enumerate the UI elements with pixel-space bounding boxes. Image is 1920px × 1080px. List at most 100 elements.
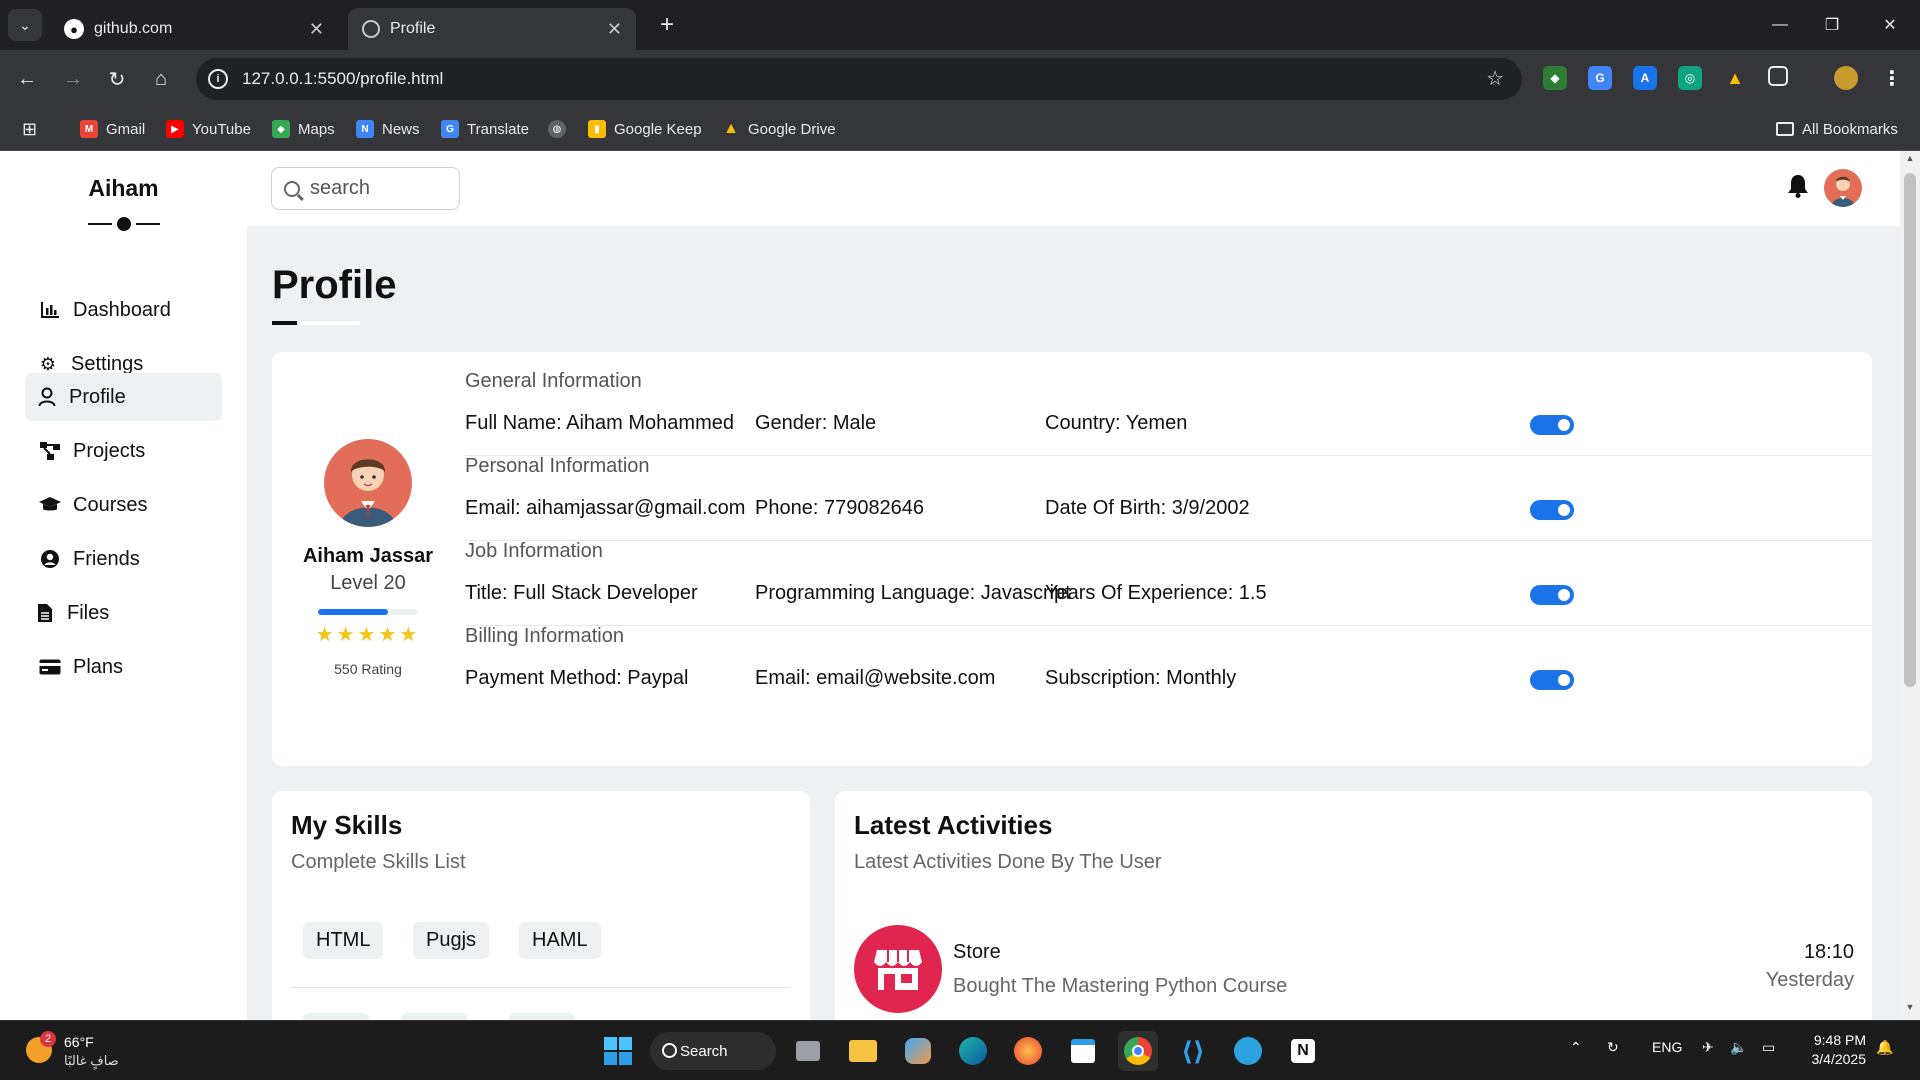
forward-button[interactable]: →	[58, 64, 88, 94]
bookmark-google-keep[interactable]: ▮ Google Keep	[588, 118, 702, 140]
sidebar-item-dashboard[interactable]: Dashboard	[25, 286, 222, 334]
bell-icon[interactable]	[1787, 174, 1809, 205]
translate-extension-icon[interactable]: A	[1633, 66, 1657, 90]
user-icon	[37, 387, 57, 407]
bookmark-star-icon[interactable]: ☆	[1486, 66, 1504, 91]
visibility-toggle[interactable]	[1530, 670, 1574, 690]
telegram-icon[interactable]	[1228, 1031, 1268, 1071]
chatgpt-extension-icon[interactable]: ◎	[1678, 66, 1702, 90]
latest-activities-card: Latest Activities Latest Activities Done…	[835, 791, 1872, 1020]
folder-icon	[1776, 122, 1794, 136]
all-bookmarks[interactable]: All Bookmarks	[1776, 118, 1898, 140]
visibility-toggle[interactable]	[1530, 500, 1574, 520]
more-menu-icon[interactable]: ⋮	[1880, 66, 1904, 90]
chart-icon	[37, 301, 63, 319]
home-button[interactable]: ⌂	[146, 64, 176, 94]
bookmark-globe[interactable]: ◍	[548, 118, 574, 140]
search-icon	[284, 180, 300, 197]
scrollbar-thumb[interactable]	[1904, 173, 1916, 687]
sidebar-item-profile[interactable]: Profile	[25, 373, 222, 421]
sidebar-item-label: Projects	[73, 439, 146, 462]
close-tab-icon[interactable]: ✕	[607, 19, 622, 40]
firefox-icon[interactable]	[1008, 1031, 1048, 1071]
skill-chip	[303, 1013, 369, 1020]
edge-icon[interactable]	[953, 1031, 993, 1071]
store-icon	[854, 925, 942, 1013]
tab-github[interactable]: ● github.com ✕	[50, 8, 338, 50]
address-bar[interactable]: i 127.0.0.1:5500/profile.html ☆	[196, 58, 1522, 100]
visibility-toggle[interactable]	[1530, 585, 1574, 605]
close-tab-icon[interactable]: ✕	[309, 19, 324, 40]
microsoft-store-icon[interactable]	[1063, 1031, 1103, 1071]
reload-button[interactable]: ↻	[102, 64, 132, 94]
copilot-icon[interactable]	[898, 1031, 938, 1071]
tab-title: github.com	[94, 20, 173, 37]
bookmark-maps[interactable]: ◆ Maps	[272, 118, 335, 140]
bookmark-google-drive[interactable]: ▲ Google Drive	[722, 118, 835, 140]
close-window-button[interactable]: ✕	[1870, 10, 1910, 40]
back-button[interactable]: ←	[12, 64, 42, 94]
weather-widget[interactable]: 2 66°F صافٍ غالبًا	[22, 1031, 182, 1071]
scroll-down-arrow-icon[interactable]: ▼	[1900, 1002, 1920, 1018]
sidebar-item-files[interactable]: Files	[25, 589, 222, 637]
bookmark-news[interactable]: N News	[356, 118, 420, 140]
search-input[interactable]: search	[271, 167, 460, 210]
new-tab-button[interactable]: +	[652, 10, 682, 40]
skills-card: My Skills Complete Skills List HTML Pugj…	[272, 791, 810, 1020]
visibility-toggle[interactable]	[1530, 415, 1574, 435]
user-avatar[interactable]	[1824, 169, 1862, 207]
sidebar-item-friends[interactable]: Friends	[25, 535, 222, 583]
sidebar-item-plans[interactable]: Plans	[25, 643, 222, 691]
weather-condition: صافٍ غالبًا	[64, 1053, 119, 1068]
bookmark-gmail[interactable]: M Gmail	[80, 118, 145, 140]
drive-extension-icon[interactable]: ▲	[1723, 66, 1747, 90]
drive-icon: ▲	[723, 120, 739, 137]
title-underline	[272, 321, 360, 325]
file-explorer-icon[interactable]	[843, 1031, 883, 1071]
clock[interactable]: 9:48 PM 3/4/2025	[1776, 1031, 1867, 1069]
task-view-icon[interactable]	[788, 1031, 828, 1071]
translate-extension-icon[interactable]: G	[1588, 66, 1612, 90]
sidebar-item-projects[interactable]: Projects	[25, 427, 222, 475]
show-hidden-icons-icon[interactable]: ⌃	[1570, 1039, 1582, 1056]
chrome-icon[interactable]	[1118, 1031, 1158, 1071]
volume-icon[interactable]: 🔈	[1730, 1039, 1747, 1056]
page-header: search	[247, 151, 1900, 226]
browser-tab-bar: ⌄ ● github.com ✕ Profile ✕ + — ❐ ✕	[0, 0, 1920, 50]
sidebar-item-label: Files	[67, 601, 110, 624]
sidebar-item-courses[interactable]: Courses	[25, 481, 222, 529]
restore-button[interactable]: ❐	[1812, 10, 1852, 40]
info-value: Years Of Experience: 1.5	[1045, 582, 1267, 604]
section-heading: General Information	[465, 370, 642, 392]
info-value: Email: email@website.com	[755, 667, 996, 689]
taskbar-search[interactable]: Search	[650, 1032, 776, 1070]
sidebar-item-label: Friends	[73, 547, 140, 570]
bookmark-translate[interactable]: G Translate	[441, 118, 529, 140]
notion-icon[interactable]: N	[1283, 1031, 1323, 1071]
tab-search-button[interactable]: ⌄	[8, 9, 42, 41]
sync-icon[interactable]: ↻	[1607, 1039, 1619, 1056]
profile-name: Aiham Jassar	[302, 545, 434, 567]
profile-avatar-icon[interactable]	[1834, 66, 1858, 90]
skill-chip: HTML	[303, 922, 384, 959]
activity-time: 18:10	[1803, 941, 1854, 963]
airplane-mode-icon[interactable]: ✈	[1702, 1039, 1714, 1056]
diagram-icon	[37, 441, 63, 461]
page-scrollbar[interactable]: ▲ ▼	[1900, 151, 1920, 1020]
extensions-puzzle-icon[interactable]	[1768, 66, 1788, 86]
apps-grid-icon[interactable]: ⊞	[22, 118, 37, 140]
scroll-up-arrow-icon[interactable]: ▲	[1900, 153, 1920, 169]
language-indicator[interactable]: ENG	[1652, 1039, 1682, 1055]
vscode-icon[interactable]: ⟨⟩	[1173, 1031, 1213, 1071]
tab-profile[interactable]: Profile ✕	[348, 8, 636, 50]
bookmark-youtube[interactable]: ▶ YouTube	[166, 118, 251, 140]
site-info-icon[interactable]: i	[208, 69, 228, 89]
notification-bell-icon[interactable]: 🔔	[1876, 1039, 1893, 1056]
battery-icon[interactable]: ▭	[1762, 1039, 1775, 1056]
minimize-button[interactable]: —	[1760, 10, 1800, 40]
url-text: 127.0.0.1:5500/profile.html	[242, 69, 444, 88]
windows-start-icon[interactable]	[598, 1031, 638, 1071]
skills-title: My Skills	[291, 810, 403, 840]
skill-chip: Pugjs	[413, 922, 490, 959]
extension-icon[interactable]: ◆	[1543, 66, 1567, 90]
